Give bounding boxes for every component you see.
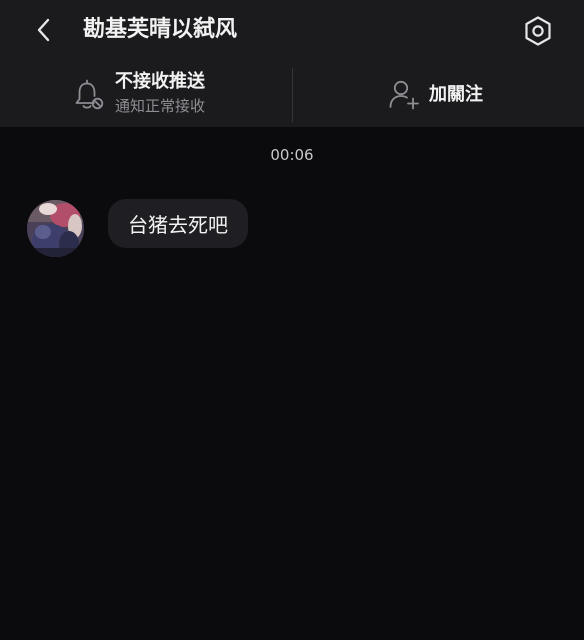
- avatar[interactable]: [27, 200, 84, 257]
- hexagon-settings-icon: [525, 16, 551, 46]
- action-bar: 不接收推送 通知正常接收 加關注: [0, 62, 584, 127]
- mute-push-subtitle: 通知正常接收: [115, 97, 206, 115]
- follow-button[interactable]: 加關注: [293, 62, 584, 127]
- user-plus-icon: [389, 80, 419, 110]
- message-text: 台猪去死吧: [128, 213, 228, 237]
- follow-label: 加關注: [429, 84, 483, 105]
- message-bubble[interactable]: 台猪去死吧: [108, 199, 248, 248]
- message-timestamp: 00:06: [270, 146, 314, 164]
- back-button[interactable]: [26, 12, 62, 48]
- bell-off-icon: [75, 79, 104, 110]
- avatar-image: [27, 200, 84, 257]
- chevron-left-icon: [37, 18, 50, 42]
- page-title: 勘基芙晴以弑风: [83, 17, 238, 42]
- chat-screen: 勘基芙晴以弑风 不接收推送 通知正常接收 加關注 00:06 台猪去死吧: [0, 0, 584, 640]
- header-bar: 勘基芙晴以弑风: [0, 0, 584, 62]
- mute-push-button[interactable]: 不接收推送 通知正常接收: [0, 62, 292, 127]
- mute-push-title: 不接收推送: [115, 71, 205, 92]
- top-panel: 勘基芙晴以弑风 不接收推送 通知正常接收 加關注: [0, 0, 584, 127]
- settings-button[interactable]: [518, 11, 558, 51]
